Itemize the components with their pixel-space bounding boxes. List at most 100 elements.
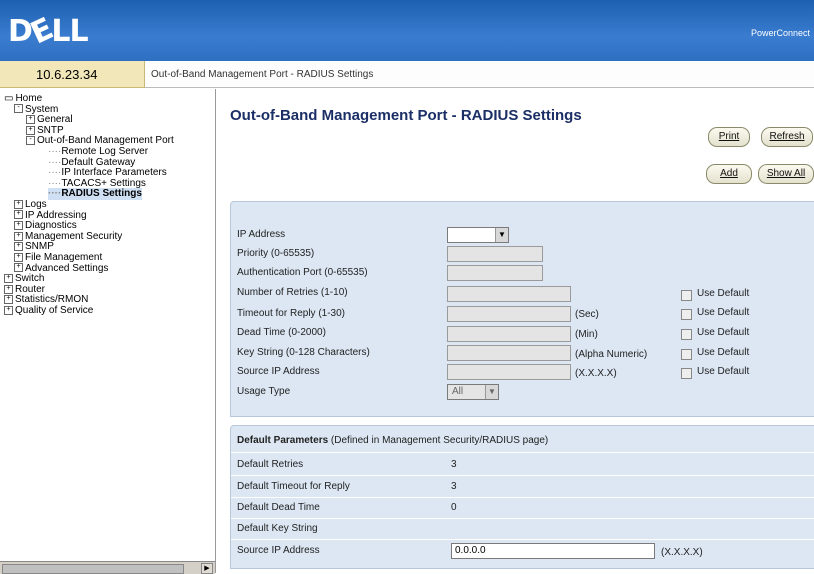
source-ip-field (447, 364, 571, 380)
tree-item-label: General (37, 114, 73, 126)
expand-icon[interactable]: + (4, 274, 13, 284)
default-source-ip-input[interactable]: 0.0.0.0 (451, 543, 655, 559)
expand-icon[interactable]: + (14, 199, 23, 209)
add-button[interactable]: Add (706, 164, 752, 184)
page-title: Out-of-Band Management Port - RADIUS Set… (230, 107, 582, 124)
expand-icon[interactable]: + (14, 263, 23, 273)
dead-time-label: Dead Time (0-2000) (237, 327, 326, 338)
default-source-ip-unit: (X.X.X.X) (661, 547, 703, 558)
key-string-use-default-checkbox[interactable] (681, 349, 692, 360)
timeout-use-default-checkbox[interactable] (681, 309, 692, 320)
expand-icon[interactable]: + (4, 305, 13, 315)
tree-item-label: TACACS+ Settings (61, 177, 146, 189)
expand-icon[interactable]: + (14, 252, 23, 262)
ip-address-label: IP Address (237, 229, 286, 240)
source-ip-unit: (X.X.X.X) (575, 368, 617, 379)
collapse-icon[interactable]: - (26, 136, 35, 146)
tree-connector: ···· (48, 167, 62, 179)
default-retries-label: Default Retries (237, 459, 304, 470)
dead-time-unit: (Min) (575, 329, 598, 340)
tree-item-label: IP Interface Parameters (61, 167, 167, 179)
key-string-label: Key String (0-128 Characters) (237, 347, 370, 358)
header-bar: DELL PowerConnect (0, 0, 814, 61)
expand-icon[interactable]: + (26, 115, 35, 125)
usage-type-label: Usage Type (237, 386, 291, 397)
auth-port-label: Authentication Port (0-65535) (237, 267, 368, 278)
expand-icon[interactable]: + (14, 210, 23, 220)
show-all-button[interactable]: Show All (758, 164, 814, 184)
divider (231, 475, 814, 476)
tree-item-label: Diagnostics (25, 220, 77, 232)
tree-item-label: Quality of Service (15, 305, 94, 316)
auth-port-field (447, 265, 543, 281)
expand-icon[interactable]: + (26, 125, 35, 135)
default-parameters-panel: Default Parameters (Defined in Managemen… (230, 425, 814, 569)
default-parameters-heading-note: (Defined in Management Security/RADIUS p… (328, 435, 549, 446)
print-button[interactable]: Print (708, 127, 750, 147)
default-timeout-value: 3 (451, 481, 457, 492)
collapse-icon[interactable]: - (14, 104, 23, 114)
device-ip: 10.6.23.34 (0, 61, 145, 88)
dead-time-use-default-checkbox[interactable] (681, 329, 692, 340)
key-string-field (447, 345, 571, 361)
default-timeout-label: Default Timeout for Reply (237, 481, 350, 492)
expand-icon[interactable]: + (14, 221, 23, 231)
expand-icon[interactable]: + (4, 284, 13, 294)
tree-item-label: Management Security (25, 230, 123, 242)
tree-connector: ···· (48, 156, 62, 168)
default-dead-time-value: 0 (451, 502, 457, 513)
divider (231, 539, 814, 540)
tree-item-label: SNTP (37, 124, 64, 136)
tree-item-label: IP Addressing (25, 209, 87, 221)
tree-item-label: System (25, 103, 59, 115)
retries-use-default-label: Use Default (697, 288, 750, 299)
timeout-use-default-label: Use Default (697, 307, 750, 318)
divider (231, 518, 814, 519)
tree-item-label: RADIUS Settings (61, 188, 142, 200)
priority-field (447, 246, 543, 262)
usage-type-value: All (452, 386, 464, 397)
tree-connector: ···· (48, 146, 62, 157)
dead-time-field (447, 326, 571, 342)
tree-connector: ···· (48, 177, 62, 189)
tree-item-label: Statistics/RMON (15, 294, 89, 306)
tree-connector: ···· (48, 188, 62, 200)
expand-icon[interactable]: + (4, 295, 13, 305)
key-string-unit: (Alpha Numeric) (575, 349, 648, 360)
tree-item-quality-of-service[interactable]: + Quality of Service (4, 305, 93, 317)
timeout-field (447, 306, 571, 322)
tree-item-label: Logs (25, 199, 47, 210)
tree-item-label: Home (15, 93, 43, 104)
default-source-ip-label: Source IP Address (237, 545, 320, 556)
divider (231, 452, 814, 453)
refresh-button[interactable]: Refresh (761, 127, 813, 147)
main-content: Out-of-Band Management Port - RADIUS Set… (216, 89, 814, 573)
chevron-down-icon: ▼ (495, 228, 508, 242)
timeout-unit: (Sec) (575, 309, 599, 320)
expand-icon[interactable]: + (14, 242, 23, 252)
retries-use-default-checkbox[interactable] (681, 290, 692, 301)
tree-item-label: Out-of-Band Management Port (37, 135, 174, 147)
source-ip-use-default-checkbox[interactable] (681, 368, 692, 379)
source-ip-use-default-label: Use Default (697, 366, 750, 377)
dead-time-use-default-label: Use Default (697, 327, 750, 338)
tree-item-label: File Management (25, 252, 103, 263)
product-link[interactable]: PowerConnect (751, 28, 810, 38)
ip-address-select[interactable]: ▼ (447, 227, 509, 243)
radius-settings-form: IP Address ▼ Priority (0-65535) Authenti… (230, 201, 814, 417)
default-parameters-heading-bold: Default Parameters (237, 435, 329, 446)
key-string-use-default-label: Use Default (697, 347, 750, 358)
chevron-down-icon: ▼ (485, 385, 498, 399)
default-key-string-label: Default Key String (237, 523, 318, 534)
scroll-right-icon[interactable]: ▶ (201, 563, 213, 574)
default-dead-time-label: Default Dead Time (237, 502, 320, 513)
retries-field (447, 286, 571, 302)
expand-icon[interactable]: + (14, 231, 23, 241)
tree-horizontal-scrollbar[interactable]: ▶ (0, 561, 215, 574)
tree-item-label: Advanced Settings (25, 262, 109, 274)
priority-label: Priority (0-65535) (237, 248, 315, 259)
tree-item-radius-settings[interactable]: ····RADIUS Settings (48, 188, 142, 201)
timeout-label: Timeout for Reply (1-30) (237, 308, 345, 319)
tree-item-label: Router (15, 283, 46, 295)
tree-item-label: Default Gateway (61, 156, 136, 168)
